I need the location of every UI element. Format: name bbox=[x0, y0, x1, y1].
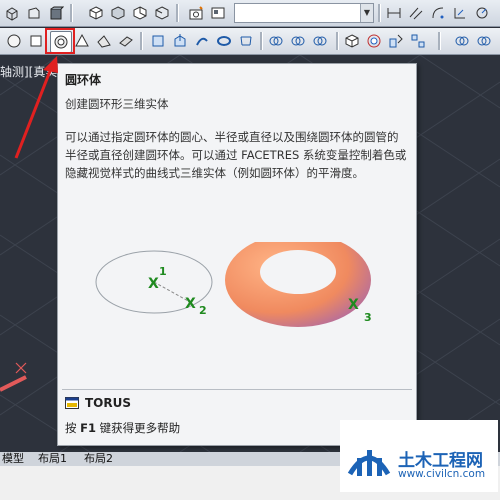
subtract-icon[interactable] bbox=[288, 31, 308, 51]
sphere-icon[interactable] bbox=[4, 31, 24, 51]
presspull-icon[interactable] bbox=[170, 31, 190, 51]
wedge-icon[interactable] bbox=[24, 3, 44, 23]
marker-x-3: X bbox=[348, 297, 359, 313]
pyramid-icon[interactable] bbox=[94, 31, 114, 51]
toolbar-row-1: ▼ bbox=[0, 0, 500, 27]
3d-array-icon[interactable] bbox=[408, 31, 428, 51]
viewport-icon[interactable] bbox=[208, 3, 228, 23]
marker-label-2: 2 bbox=[199, 304, 207, 317]
intersect-icon[interactable] bbox=[310, 31, 330, 51]
marker-x-2: X bbox=[185, 296, 196, 312]
ucs-x-axis bbox=[0, 375, 27, 392]
solid-box-dark-icon[interactable] bbox=[46, 3, 66, 23]
toolbar-row-2 bbox=[0, 28, 500, 55]
torus-button[interactable] bbox=[50, 31, 72, 53]
view-back-icon[interactable] bbox=[152, 3, 172, 23]
torus-tooltip: 圆环体 创建圆环形三维实体 可以通过指定圆环体的圆心、半径或直径以及围绕圆环体的… bbox=[57, 63, 417, 446]
view-front-icon[interactable] bbox=[108, 3, 128, 23]
help-suffix: 键获得更多帮助 bbox=[96, 421, 181, 435]
sweep-icon[interactable] bbox=[192, 31, 212, 51]
cylinder-icon[interactable] bbox=[26, 31, 46, 51]
toolbar-separator bbox=[378, 4, 381, 22]
loft-icon[interactable] bbox=[236, 31, 256, 51]
planar-surface-icon[interactable] bbox=[116, 31, 136, 51]
watermark-url[interactable]: www.civilcn.com bbox=[398, 468, 485, 480]
tab-model[interactable]: 模型 bbox=[2, 452, 24, 466]
tooltip-help-hint: 按 F1 键获得更多帮助 bbox=[65, 420, 180, 436]
extrude-icon[interactable] bbox=[148, 31, 168, 51]
solid-edit-subtract-icon[interactable] bbox=[474, 31, 494, 51]
tooltip-divider bbox=[62, 389, 412, 390]
marker-label-1: 1 bbox=[159, 265, 167, 278]
toolbar-separator bbox=[140, 32, 143, 50]
toolbar-separator bbox=[438, 32, 441, 50]
toolbar-separator bbox=[336, 32, 339, 50]
torus-icon bbox=[54, 35, 68, 49]
viewport-style-label[interactable]: 轴测][真实 bbox=[0, 63, 57, 80]
tab-layout1[interactable]: 布局1 bbox=[38, 452, 67, 466]
dimension-radius-icon[interactable] bbox=[472, 3, 492, 23]
toolbar-separator bbox=[260, 32, 263, 50]
box-solid-icon[interactable] bbox=[2, 3, 22, 23]
3d-rotate-icon[interactable] bbox=[364, 31, 384, 51]
chevron-down-icon: ▼ bbox=[360, 4, 373, 22]
view-dropdown[interactable]: ▼ bbox=[234, 3, 374, 23]
tooltip-description: 可以通过指定圆环体的圆心、半径或直径以及围绕圆环体的圆管的半径或直径创建圆环体。… bbox=[65, 130, 407, 180]
tooltip-command-name: TORUS bbox=[85, 396, 132, 410]
command-icon bbox=[65, 397, 79, 409]
dimension-ordinate-icon[interactable] bbox=[450, 3, 470, 23]
torus-illustration: X 1 X 2 X 3 bbox=[95, 242, 372, 327]
union-icon[interactable] bbox=[266, 31, 286, 51]
tab-layout2[interactable]: 布局2 bbox=[84, 452, 113, 466]
revolve-icon[interactable] bbox=[214, 31, 234, 51]
tooltip-subtitle: 创建圆环形三维实体 bbox=[65, 97, 169, 111]
toolbar-separator bbox=[176, 4, 179, 22]
camera-icon[interactable] bbox=[186, 3, 206, 23]
help-key: F1 bbox=[80, 421, 97, 435]
help-prefix: 按 bbox=[65, 421, 81, 435]
solid-edit-union-icon[interactable] bbox=[452, 31, 472, 51]
marker-x-1: X bbox=[148, 276, 159, 292]
3d-align-icon[interactable] bbox=[386, 31, 406, 51]
dimension-arc-icon[interactable] bbox=[428, 3, 448, 23]
3d-move-icon[interactable] bbox=[342, 31, 362, 51]
dimension-aligned-icon[interactable] bbox=[406, 3, 426, 23]
torus-shape bbox=[225, 242, 371, 327]
view-cube-icon[interactable] bbox=[86, 3, 106, 23]
view-iso-icon[interactable] bbox=[130, 3, 150, 23]
tooltip-title: 圆环体 bbox=[65, 73, 102, 87]
cone-icon[interactable] bbox=[72, 31, 92, 51]
toolbar-separator bbox=[70, 4, 73, 22]
dimension-linear-icon[interactable] bbox=[384, 3, 404, 23]
watermark-logo bbox=[347, 450, 391, 476]
marker-label-3: 3 bbox=[364, 311, 372, 324]
ucs-cross-marker bbox=[15, 362, 27, 374]
